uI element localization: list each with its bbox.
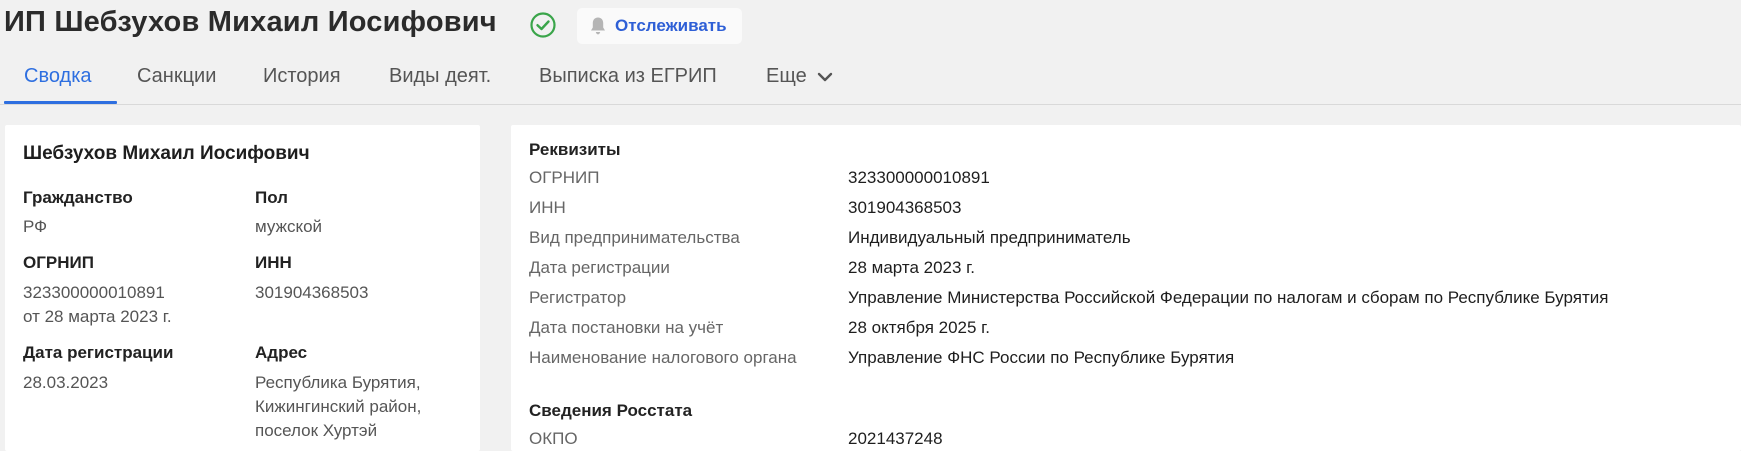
- inn-value: 301904368503: [255, 283, 369, 302]
- summary-card: Шебзухов Михаил Иосифович Гражданство РФ…: [5, 125, 480, 451]
- address-label: Адрес: [255, 343, 308, 362]
- req-label-inn: ИНН: [529, 198, 566, 217]
- active-tab-indicator: [4, 101, 117, 104]
- page-header: ИП Шебзухов Михаил Иосифович Отслеживать: [0, 0, 1741, 50]
- tab-egrip-extract[interactable]: Выписка из ЕГРИП: [539, 65, 717, 88]
- citizenship-value: РФ: [23, 217, 48, 236]
- rosstat-value-okpo: 2021437248: [848, 429, 943, 448]
- regdate-label: Дата регистрации: [23, 343, 174, 362]
- requisites-title: Реквизиты: [529, 140, 621, 159]
- tab-summary[interactable]: Сводка: [24, 65, 92, 88]
- person-name: Шебзухов Михаил Иосифович: [23, 143, 310, 164]
- ogrnip-value: 323300000010891: [23, 283, 165, 302]
- tab-history[interactable]: История: [263, 65, 341, 88]
- tab-sanctions[interactable]: Санкции: [137, 65, 216, 88]
- requisites-card: Реквизиты ОГРНИП 323300000010891 ИНН 301…: [511, 125, 1741, 451]
- tab-more[interactable]: Еще: [766, 65, 833, 88]
- track-button[interactable]: Отслеживать: [577, 8, 742, 44]
- tab-bar: Сводка Санкции История Виды деят. Выписк…: [0, 54, 1741, 105]
- req-value-registrar: Управление Министерства Российской Федер…: [848, 288, 1609, 307]
- rosstat-label-okpo: ОКПО: [529, 429, 578, 448]
- chevron-down-icon: [817, 72, 832, 81]
- track-button-label: Отслеживать: [615, 16, 727, 35]
- inn-label: ИНН: [255, 253, 292, 272]
- req-value-tax-authority: Управление ФНС России по Республике Буря…: [848, 348, 1235, 367]
- req-value-business-type: Индивидуальный предприниматель: [848, 228, 1131, 247]
- check-circle-icon: [530, 12, 556, 38]
- req-label-business-type: Вид предпринимательства: [529, 228, 740, 247]
- req-label-registrar: Регистратор: [529, 288, 627, 307]
- address-line-2: Кижингинский район,: [255, 397, 422, 416]
- tab-more-label: Еще: [766, 65, 807, 87]
- address-line-3: поселок Хуртэй: [255, 421, 378, 440]
- citizenship-label: Гражданство: [23, 188, 133, 207]
- rosstat-title: Сведения Росстата: [529, 401, 693, 420]
- req-label-ogrnip: ОГРНИП: [529, 168, 600, 187]
- req-value-regdate: 28 марта 2023 г.: [848, 258, 976, 277]
- gender-label: Пол: [255, 188, 288, 207]
- req-value-inn: 301904368503: [848, 198, 962, 217]
- req-value-tax-registration-date: 28 октября 2025 г.: [848, 318, 991, 337]
- req-label-regdate: Дата регистрации: [529, 258, 670, 277]
- address-line-1: Республика Бурятия,: [255, 373, 421, 392]
- regdate-value: 28.03.2023: [23, 373, 109, 392]
- bell-icon: [591, 17, 605, 35]
- tab-activities[interactable]: Виды деят.: [389, 65, 491, 88]
- ogrnip-date: от 28 марта 2023 г.: [23, 307, 172, 326]
- ogrnip-label: ОГРНИП: [23, 253, 94, 272]
- req-label-tax-registration-date: Дата постановки на учёт: [529, 318, 724, 337]
- req-value-ogrnip: 323300000010891: [848, 168, 990, 187]
- gender-value: мужской: [255, 217, 323, 236]
- req-label-tax-authority: Наименование налогового органа: [529, 348, 797, 367]
- page-title: ИП Шебзухов Михаил Иосифович: [4, 6, 497, 38]
